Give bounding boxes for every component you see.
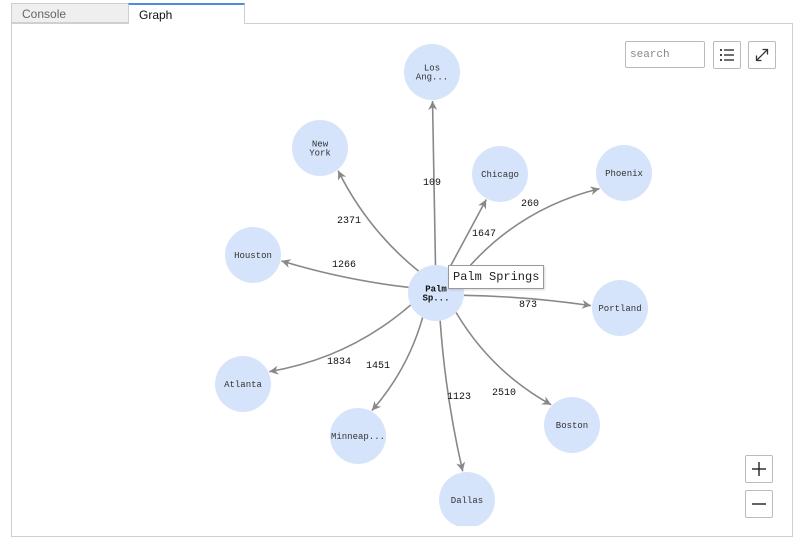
node-label: York <box>309 149 331 159</box>
node-los-angeles[interactable]: LosAng... <box>404 44 460 100</box>
node-minneapolis[interactable]: Minneap... <box>330 408 386 464</box>
edge-label-phoenix: 260 <box>521 199 539 210</box>
node-label: Chicago <box>481 170 519 180</box>
node-tooltip: Palm Springs <box>448 265 545 289</box>
node-houston[interactable]: Houston <box>225 227 281 283</box>
node-boston[interactable]: Boston <box>544 397 600 453</box>
node-atlanta[interactable]: Atlanta <box>215 356 271 412</box>
minus-icon <box>752 503 766 505</box>
fullscreen-button[interactable] <box>748 41 776 69</box>
edge-label-atlanta: 1834 <box>327 357 351 368</box>
node-label: Boston <box>556 421 588 431</box>
edge-label-minneapolis: 1451 <box>366 361 390 372</box>
list-icon <box>719 48 734 62</box>
edge-label-boston: 2510 <box>492 388 516 399</box>
node-label: Sp... <box>422 294 449 304</box>
edge-label-dallas: 1123 <box>447 392 471 403</box>
list-view-button[interactable] <box>713 41 741 69</box>
edge-label-los-angeles: 109 <box>423 178 441 189</box>
node-label: Houston <box>234 251 272 261</box>
edge-label-portland: 873 <box>519 300 537 311</box>
zoom-in-button[interactable] <box>745 455 773 483</box>
search-input[interactable] <box>625 41 705 68</box>
edge-label-houston: 1266 <box>332 260 356 271</box>
node-label: Minneap... <box>331 432 385 442</box>
edge-label-new-york: 2371 <box>337 216 361 227</box>
tab-graph[interactable]: Graph <box>128 3 245 24</box>
node-label: Portland <box>598 304 641 314</box>
plus-icon <box>752 462 766 476</box>
graph-canvas[interactable]: LosAng... NewYork Chicago Phoenix Houston Por… <box>0 0 800 548</box>
node-label: Atlanta <box>224 380 262 390</box>
edge-label-chicago: 1647 <box>472 229 496 240</box>
node-dallas[interactable]: Dallas <box>439 472 495 528</box>
node-label: Phoenix <box>605 169 643 179</box>
zoom-out-button[interactable] <box>745 490 773 518</box>
node-new-york[interactable]: NewYork <box>292 120 348 176</box>
node-portland[interactable]: Portland <box>592 280 648 336</box>
expand-icon <box>755 48 769 62</box>
node-phoenix[interactable]: Phoenix <box>596 145 652 201</box>
node-label: Dallas <box>451 496 483 506</box>
node-chicago[interactable]: Chicago <box>472 146 528 202</box>
node-label: Ang... <box>416 73 448 83</box>
